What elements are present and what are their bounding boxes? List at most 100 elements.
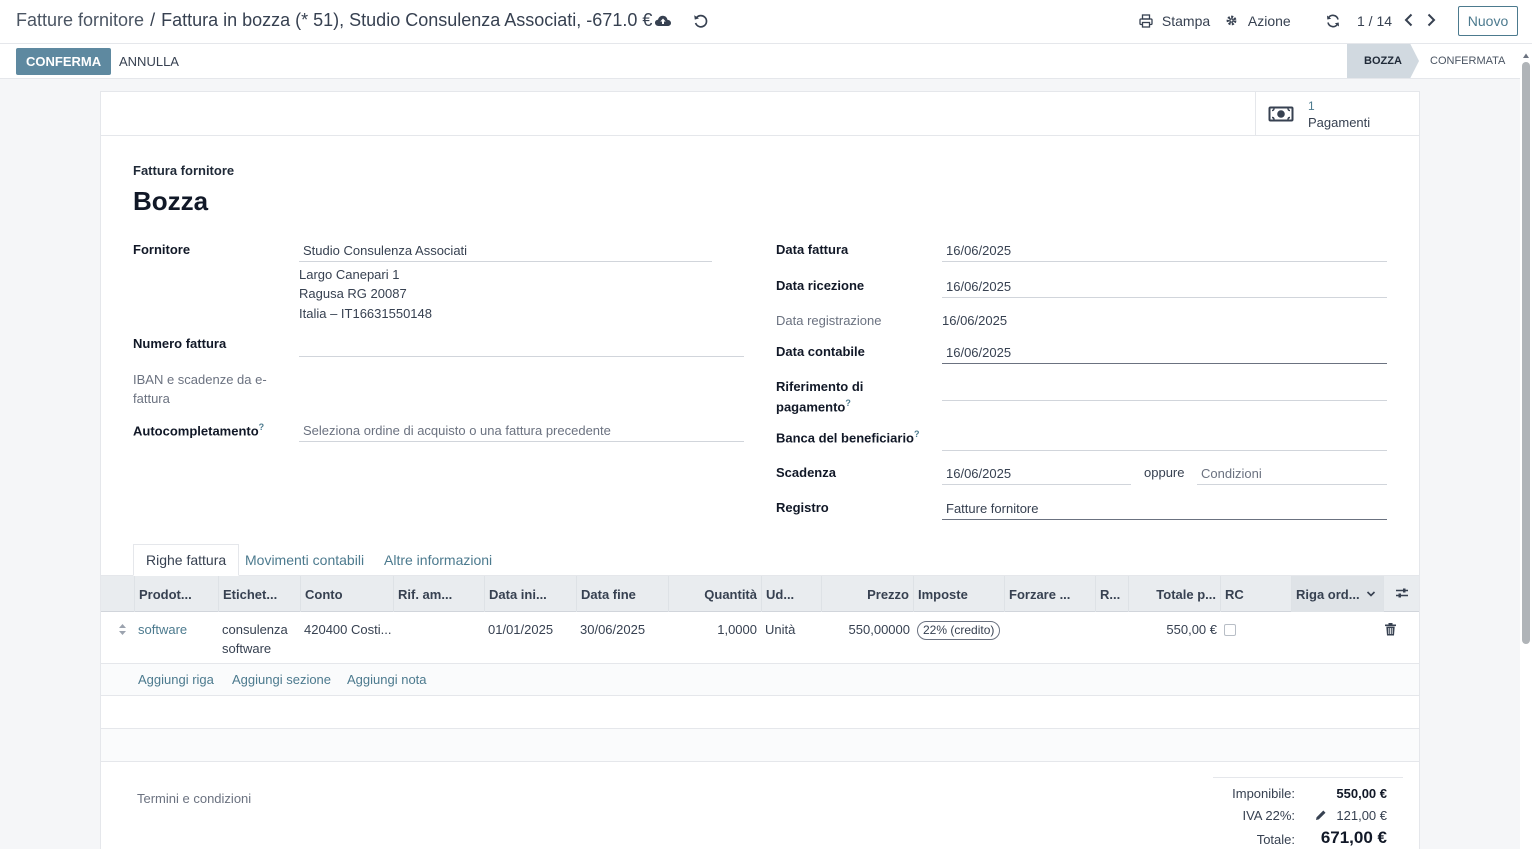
tab-invoice-lines[interactable]: Righe fattura [133,544,240,576]
payment-terms-input[interactable]: Condizioni [1197,463,1387,485]
column-header-rc[interactable]: RC [1220,576,1291,612]
cell-product[interactable]: software [138,620,187,639]
column-header-subtotal[interactable]: Totale p... [1128,576,1220,612]
column-header-label[interactable]: Etichet... [218,576,300,612]
bank-help-icon[interactable]: ? [914,429,920,439]
print-icon [1139,14,1153,31]
totals-divider [1213,777,1403,778]
tab-journal-items[interactable]: Movimenti contabili [233,544,376,576]
save-cloud-icon[interactable] [654,12,672,30]
registration-date-value: 16/06/2025 [942,313,1008,328]
payments-label: Pagamenti [1308,115,1371,130]
column-header-force[interactable]: Forzare ... [1004,576,1095,612]
refresh-icon[interactable] [1325,13,1341,29]
form-sheet: 1 Pagamenti Fattura fornitore Bozza Forn… [100,91,1420,849]
vat-label: IVA 22%: [1242,808,1295,823]
due-date-label: Scadenza [776,465,836,480]
payment-reference-label-text: pagamento [776,399,846,415]
autocomplete-help-icon[interactable]: ? [259,422,265,432]
empty-table-row [101,696,1419,729]
registration-date-label: Data registrazione [776,313,882,328]
chevron-down-icon [1366,587,1376,602]
bank-field[interactable] [942,429,1387,451]
scroll-up-arrow-icon[interactable] [1522,48,1530,58]
cell-label-line-2: software [222,641,272,656]
or-label: oppure [1144,465,1185,480]
chevron-right-icon[interactable] [1424,12,1438,28]
column-header-r[interactable]: R... [1095,576,1128,612]
column-header-taxes[interactable]: Imposte [913,576,1004,612]
terms-conditions-input[interactable]: Termini e condizioni [137,791,251,806]
payment-reference-help-icon[interactable]: ? [845,398,851,408]
cancel-button[interactable]: ANNULLA [112,48,186,75]
cell-price[interactable]: 550,00000 [821,620,910,639]
column-header-order-line-text: Riga ord... [1296,586,1360,602]
due-date-field[interactable]: 16/06/2025 [942,463,1131,485]
journal-field[interactable]: Fatture fornitore [942,498,1387,520]
column-header-uom[interactable]: Ud... [761,576,821,612]
cell-end-date[interactable]: 30/06/2025 [580,620,645,639]
money-bill-icon [1268,104,1294,124]
column-header-start-date[interactable]: Data ini... [484,576,576,612]
confirm-button[interactable]: CONFERMA [16,48,112,75]
bank-label: Banca del beneficiario? [776,429,920,445]
print-label: Stampa [1161,13,1211,29]
cell-account[interactable]: 420400 Costi... [304,620,391,639]
breadcrumb-parent-link[interactable]: Fatture fornitore [16,10,144,30]
optional-columns-toggle[interactable] [1383,576,1419,612]
stage-draft[interactable]: BOZZA [1347,44,1419,78]
action-menu-button[interactable]: Azione [1225,13,1291,30]
tab-other-info[interactable]: Altre informazioni [372,544,504,576]
column-header-analytic[interactable]: Rif. am... [393,576,484,612]
untaxed-label: Imponibile: [1232,786,1295,801]
status-bar: CONFERMA ANNULLA BOZZA CONFERMATA [0,44,1532,79]
cell-taxes[interactable]: 22% (credito) [917,620,1001,640]
payments-smart-button[interactable]: 1 Pagamenti [1255,92,1419,135]
invoice-number-field[interactable] [299,335,744,357]
column-header-end-date[interactable]: Data fine [576,576,668,612]
print-menu-button[interactable]: Stampa [1139,13,1210,31]
column-header-account[interactable]: Conto [300,576,393,612]
add-section-link[interactable]: Aggiungi sezione [232,672,331,687]
cell-quantity[interactable]: 1,0000 [668,620,757,639]
pager-value[interactable]: 1 / 14 [1357,13,1392,29]
add-note-link[interactable]: Aggiungi nota [347,672,427,687]
total-amount: 671,00 € [1320,828,1387,847]
scrollbar-thumb[interactable] [1522,62,1530,644]
add-line-row: Aggiungi riga Aggiungi sezione Aggiungi … [101,664,1419,696]
chevron-left-icon[interactable] [1402,12,1416,28]
empty-table-row [101,729,1419,762]
stage-confirmed[interactable]: CONFERMATA [1430,44,1505,78]
untaxed-amount: 550,00 € [1336,786,1387,801]
cell-start-date[interactable]: 01/01/2025 [488,620,553,639]
drag-handle-icon[interactable] [118,622,127,641]
discard-changes-icon[interactable] [692,12,710,30]
autocomplete-input[interactable]: Seleziona ordine di acquisto o una fattu… [299,420,744,442]
trash-icon[interactable] [1385,622,1396,641]
bank-label-text: Banca del beneficiario [776,430,914,446]
payment-reference-field[interactable] [942,379,1387,401]
column-header-order-line[interactable]: Riga ord... [1291,576,1383,612]
rc-checkbox[interactable] [1224,622,1236,641]
autocomplete-label: Autocompletamento? [133,422,264,438]
invoice-date-field[interactable]: 16/06/2025 [942,240,1387,262]
table-row[interactable]: software consulenza software 420400 Costi… [101,613,1419,664]
vendor-field[interactable]: Studio Consulenza Associati [299,240,712,262]
column-header-price[interactable]: Prezzo [821,576,913,612]
autocomplete-placeholder: Seleziona ordine di acquisto o una fattu… [303,423,611,438]
column-header-quantity[interactable]: Quantità [668,576,761,612]
breadcrumb-separator: / [150,10,156,30]
receipt-date-field[interactable]: 16/06/2025 [942,276,1387,298]
add-line-link[interactable]: Aggiungi riga [138,672,214,687]
table-header: Prodot... Etichet... Conto Rif. am... Da… [101,576,1419,612]
new-button[interactable]: Nuovo [1458,6,1518,36]
invoice-number-label: Numero fattura [133,336,227,351]
cell-uom[interactable]: Unità [765,620,795,639]
column-header-product[interactable]: Prodot... [134,576,218,612]
vendor-label: Fornitore [133,242,191,257]
payment-reference-label-line-1: Riferimento di [776,379,864,394]
payment-reference-label-line-2: pagamento? [776,398,851,414]
accounting-date-field[interactable]: 16/06/2025 [942,342,1387,364]
cell-label[interactable]: consulenza software [222,620,288,658]
sliders-icon [1395,587,1409,602]
